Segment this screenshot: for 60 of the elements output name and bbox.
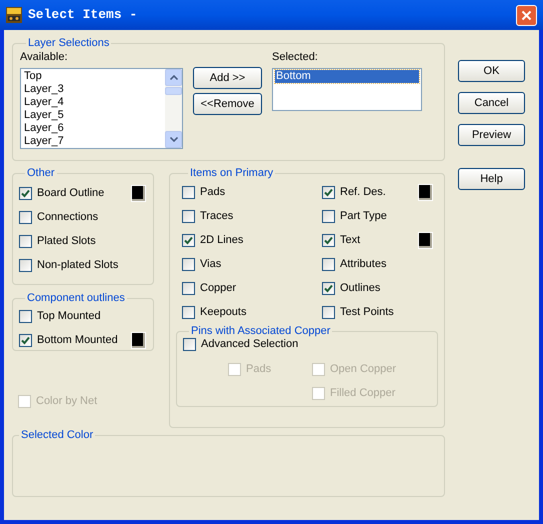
color-swatch[interactable] bbox=[419, 232, 432, 248]
checkbox[interactable]: Pads bbox=[182, 184, 226, 200]
list-box[interactable]: Bottom bbox=[272, 68, 422, 111]
dialog-button[interactable]: Cancel bbox=[458, 92, 525, 114]
dialog-button[interactable]: Add >> bbox=[193, 67, 262, 89]
dialog-button[interactable]: OK bbox=[458, 60, 525, 82]
checkmark-icon bbox=[184, 236, 193, 244]
checkbox[interactable]: Ref. Des. bbox=[322, 184, 386, 200]
checkbox[interactable]: Copper bbox=[182, 280, 236, 296]
checkbox[interactable]: Text bbox=[322, 232, 360, 248]
checkmark-icon bbox=[21, 188, 30, 198]
field-label: Available: bbox=[20, 51, 68, 64]
group-title: Component outlines bbox=[26, 292, 126, 304]
group-title: Other bbox=[26, 167, 56, 179]
close-icon bbox=[521, 10, 532, 20]
checkbox[interactable]: Non-plated Slots bbox=[19, 256, 118, 274]
color-swatch[interactable] bbox=[419, 184, 432, 200]
scrollbar[interactable] bbox=[165, 69, 182, 148]
color-swatch[interactable] bbox=[132, 186, 145, 200]
checkmark-icon bbox=[324, 284, 333, 292]
scroll-thumb[interactable] bbox=[165, 87, 182, 95]
checkbox[interactable]: Plated Slots bbox=[19, 232, 96, 250]
checkbox[interactable]: 2D Lines bbox=[182, 232, 244, 248]
close-button[interactable] bbox=[516, 4, 537, 26]
checkbox[interactable]: Vias bbox=[182, 256, 222, 272]
field-label: Selected: bbox=[272, 51, 319, 64]
checkbox[interactable]: Test Points bbox=[322, 304, 394, 320]
list-item[interactable]: Layer_6 bbox=[23, 122, 163, 135]
list-item[interactable]: Layer_4 bbox=[23, 96, 163, 109]
scroll-down-icon[interactable] bbox=[165, 131, 182, 148]
checkbox[interactable]: Keepouts bbox=[182, 304, 246, 320]
app-icon bbox=[6, 7, 22, 23]
list-item[interactable]: Bottom bbox=[275, 70, 419, 83]
dialog-button[interactable]: Help bbox=[458, 168, 525, 190]
list-item[interactable]: Top bbox=[23, 70, 163, 83]
list-item[interactable]: Layer_5 bbox=[23, 109, 163, 122]
checkbox[interactable]: Advanced Selection bbox=[183, 336, 298, 352]
list-box[interactable]: Top Layer_3 Layer_4 Layer_5 Layer_6 Layer_7 bbox=[20, 68, 183, 149]
group-title: Layer Selections bbox=[27, 37, 110, 49]
checkbox[interactable]: Board Outline bbox=[19, 184, 104, 202]
checkbox[interactable]: Traces bbox=[182, 208, 234, 224]
checkbox[interactable]: Top Mounted bbox=[19, 308, 101, 324]
checkbox[interactable]: Outlines bbox=[322, 280, 380, 296]
checkbox[interactable]: Part Type bbox=[322, 208, 387, 224]
dialog-button[interactable]: <<Remove bbox=[193, 93, 262, 115]
window-title: Select Items - bbox=[28, 6, 138, 24]
checkbox[interactable]: Connections bbox=[19, 208, 98, 226]
group-title: Selected Color bbox=[20, 429, 94, 441]
list-item[interactable]: Layer_7 bbox=[23, 135, 163, 148]
checkbox[interactable]: Attributes bbox=[322, 256, 386, 272]
checkmark-icon bbox=[21, 336, 30, 344]
group-title: Items on Primary bbox=[189, 167, 274, 179]
checkmark-icon bbox=[324, 188, 333, 196]
group-title: Pins with Associated Copper bbox=[190, 325, 332, 337]
checkmark-icon bbox=[324, 236, 333, 244]
dialog-button[interactable]: Preview bbox=[458, 124, 525, 146]
scroll-up-icon[interactable] bbox=[165, 69, 182, 86]
list-item[interactable]: Layer_3 bbox=[23, 83, 163, 96]
color-swatch[interactable] bbox=[132, 332, 145, 348]
checkbox[interactable]: Bottom Mounted bbox=[19, 332, 118, 348]
